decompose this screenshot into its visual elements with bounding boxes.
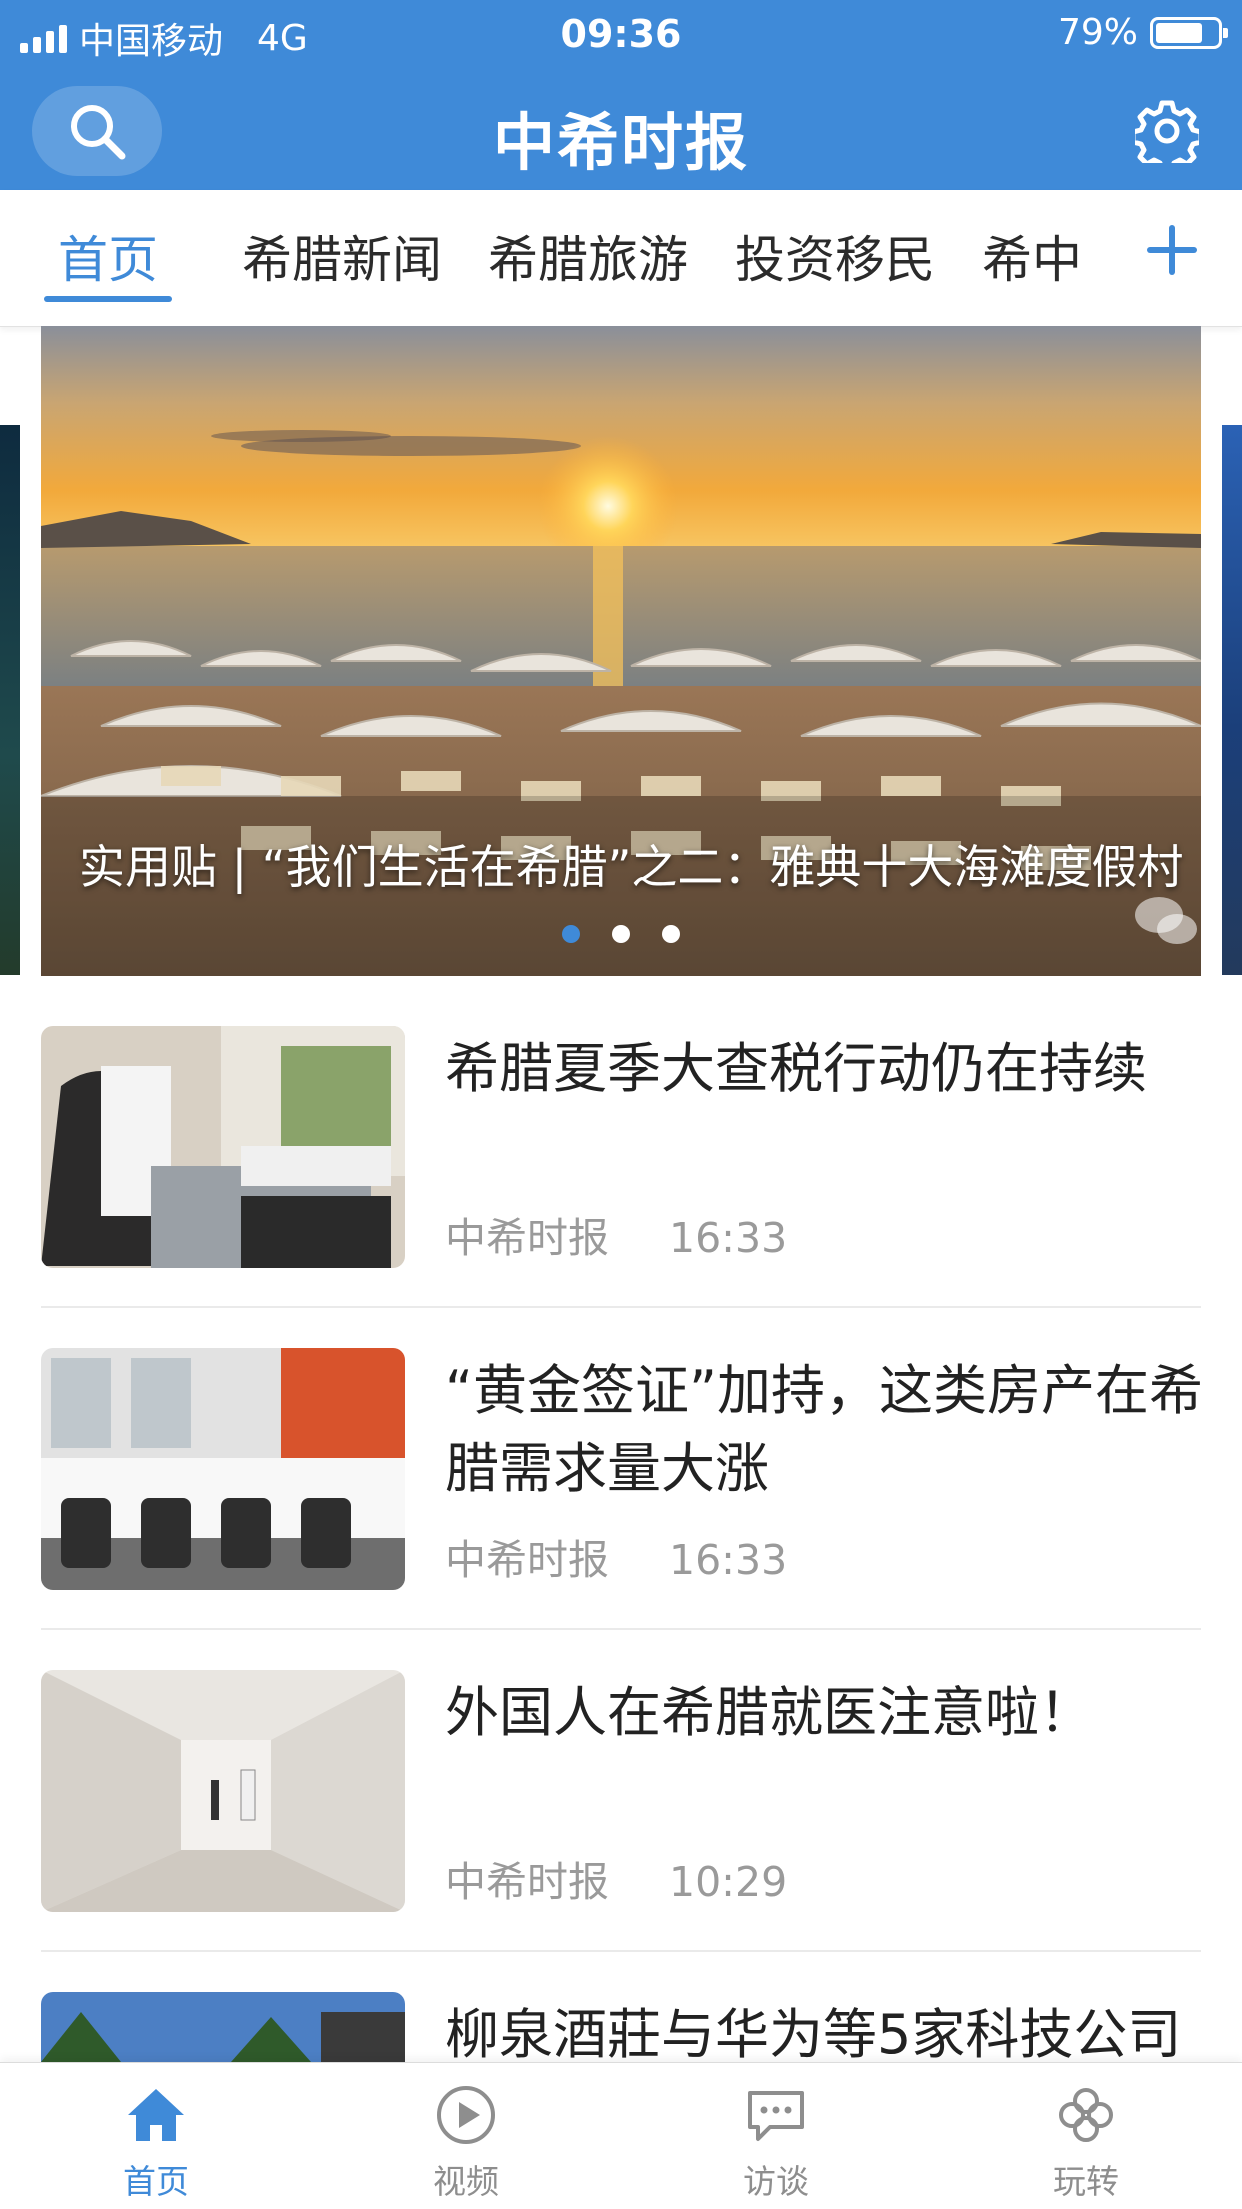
plus-icon (1147, 225, 1197, 275)
news-title[interactable]: “黄金签证”加持，这类房产在希腊需求量大涨 (445, 1352, 1205, 1508)
clover-icon (1059, 2088, 1113, 2142)
carousel-dot-3[interactable] (662, 925, 680, 943)
category-tabs: 首页 希腊新闻 希腊旅游 投资移民 希中 (0, 190, 1242, 327)
news-thumbnail[interactable] (41, 1992, 405, 2062)
nav-interview[interactable]: 访谈 (676, 2063, 876, 2209)
carousel-dot-2[interactable] (612, 925, 630, 943)
app-title: 中希时报 (492, 106, 749, 179)
news-title[interactable]: 外国人在希腊就医注意啦！ (445, 1674, 1205, 1752)
tab-greece-news[interactable]: 希腊新闻 (242, 220, 442, 292)
news-thumbnail[interactable] (41, 1348, 405, 1590)
thumbnail-image (41, 1670, 405, 1912)
news-thumbnail[interactable] (41, 1026, 405, 1268)
battery-fill (1156, 22, 1203, 43)
list-divider (41, 1950, 1201, 1952)
news-source: 中希时报 (445, 1858, 609, 1906)
nav-home-label: 首页 (123, 2162, 189, 2201)
news-item[interactable]: 外国人在希腊就医注意啦！ 中希时报 10:29 (41, 1670, 1201, 1992)
news-title[interactable]: 柳泉酒莊与华为等5家科技公司 (445, 1996, 1201, 2062)
news-source: 中希时报 (445, 1536, 609, 1584)
tab-active-indicator (44, 296, 172, 302)
previous-slide-peek[interactable] (0, 425, 20, 975)
news-thumbnail[interactable] (41, 1670, 405, 1912)
news-item[interactable]: “黄金签证”加持，这类房产在希腊需求量大涨 中希时报 16:33 (41, 1348, 1203, 1670)
banner-carousel[interactable]: 实用贴 | “我们生活在希腊”之二：雅典十大海滩度假村 (41, 326, 1201, 976)
settings-button[interactable] (1132, 96, 1202, 166)
home-icon (128, 2089, 184, 2141)
carousel-dots (41, 925, 1201, 943)
chat-icon (748, 2091, 804, 2141)
news-meta: 中希时报 16:33 (445, 1526, 787, 1586)
news-meta: 中希时报 10:29 (445, 1848, 787, 1908)
nav-interview-label: 访谈 (743, 2162, 809, 2201)
news-source: 中希时报 (445, 1214, 609, 1262)
tab-home[interactable]: 首页 (58, 220, 158, 292)
carousel-dot-1[interactable] (562, 925, 580, 943)
tab-investment-immigration[interactable]: 投资移民 (735, 220, 935, 292)
bottom-navigation: 首页 视频 访谈 玩转 (0, 2062, 1242, 2209)
thumbnail-image (41, 1348, 405, 1590)
battery-icon (1150, 16, 1228, 49)
nav-explore[interactable]: 玩转 (986, 2063, 1186, 2209)
news-item[interactable]: 希腊夏季大查税行动仍在持续 中希时报 16:33 (41, 1026, 1201, 1348)
list-divider (41, 1628, 1201, 1630)
news-item[interactable]: 柳泉酒莊与华为等5家科技公司 (41, 1992, 1201, 2062)
banner-caption[interactable]: 实用贴 | “我们生活在希腊”之二：雅典十大海滩度假村 (79, 831, 1183, 897)
nav-video[interactable]: 视频 (366, 2063, 566, 2209)
nav-explore-label: 玩转 (1053, 2162, 1119, 2201)
status-time: 09:36 (560, 12, 682, 56)
battery-percent: 79% (1057, 12, 1138, 53)
tab-greece-china[interactable]: 希中 (982, 220, 1082, 292)
news-meta: 中希时报 16:33 (445, 1204, 787, 1264)
news-time: 16:33 (669, 1214, 788, 1262)
news-title[interactable]: 希腊夏季大查税行动仍在持续 (445, 1030, 1205, 1108)
wechat-watermark-icon (1135, 897, 1197, 944)
status-right: 79% (1057, 12, 1228, 53)
thumbnail-image (41, 1026, 405, 1268)
nav-home[interactable]: 首页 (56, 2063, 256, 2209)
gear-icon (1135, 100, 1199, 163)
status-bar: 中国移动 4G 09:36 79% (0, 0, 1242, 66)
news-time: 10:29 (669, 1858, 788, 1906)
list-divider (41, 1306, 1201, 1308)
app-header: 中国移动 4G 09:36 79% 中希时报 (0, 0, 1242, 190)
add-tab-button[interactable] (1142, 220, 1202, 280)
thumbnail-image (41, 1992, 405, 2062)
play-icon (437, 2086, 495, 2144)
news-time: 16:33 (669, 1536, 788, 1584)
tab-greece-travel[interactable]: 希腊旅游 (488, 220, 688, 292)
next-slide-peek[interactable] (1222, 425, 1242, 975)
nav-video-label: 视频 (433, 2162, 499, 2201)
